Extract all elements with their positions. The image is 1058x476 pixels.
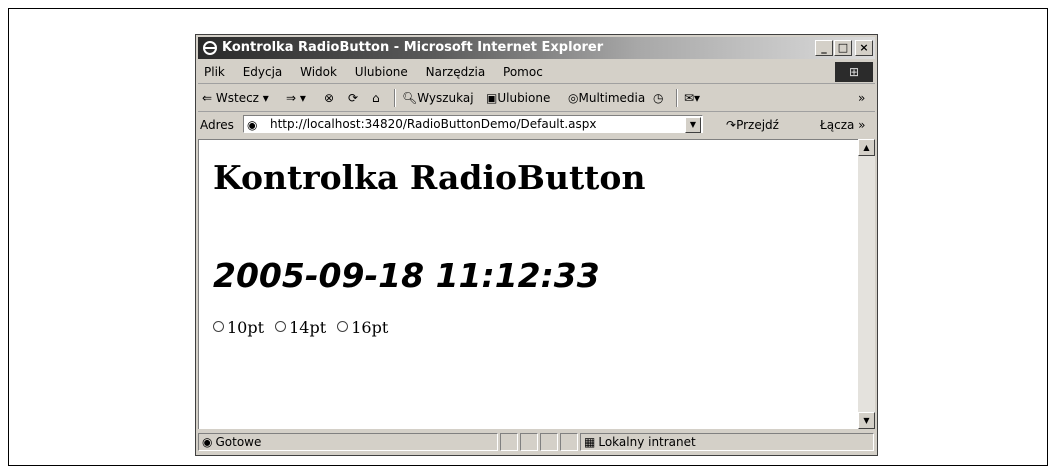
media-label: Multimedia [578,91,646,105]
refresh-icon[interactable]: ⟳ [348,85,358,111]
search-icon: 🔍︎ [402,91,418,105]
scroll-down-icon[interactable]: ▼ [858,412,875,429]
history-icon[interactable]: ◷ [653,85,663,111]
go-arrow-icon: ↷ [726,118,737,132]
mail-button[interactable]: ✉▾ [684,85,700,111]
zone-text: Lokalny intranet [598,435,696,449]
menu-widok[interactable]: Widok [300,65,337,79]
page-content: Kontrolka RadioButton 2005-09-18 11:12:3… [198,139,858,429]
maximize-button[interactable]: □ [834,40,852,56]
forward-button[interactable]: ⇒ ▾ [286,85,306,111]
forward-arrow-icon: ⇒ ▾ [286,91,306,105]
media-button[interactable]: ◎Multimedia [568,85,645,111]
mail-icon: ✉▾ [684,91,701,105]
toolbar-overflow[interactable]: » [858,85,865,111]
status-panel [560,433,578,451]
menu-bar: Plik Edycja Widok Ulubione Narzędzia Pom… [198,61,875,84]
radio-label: 16pt [351,318,389,337]
status-panel [520,433,538,451]
minimize-button[interactable]: _ [815,40,833,56]
font-size-radio-group: 10pt 14pt 16pt [213,318,394,337]
menu-plik[interactable]: Plik [204,65,225,79]
search-label: Wyszukaj [417,91,474,105]
home-icon[interactable]: ⌂ [372,85,380,111]
radio-circle-icon [275,321,287,332]
status-text: Gotowe [215,435,262,449]
back-button[interactable]: ⇐ Wstecz ▾ [202,85,269,111]
status-bar: ◉ Gotowe ▦ Lokalny intranet [198,431,875,453]
address-url: http://localhost:34820/RadioButtonDemo/D… [270,117,597,131]
go-label: Przejdź [736,118,779,132]
toolbar: ⇐ Wstecz ▾ ⇒ ▾ ⊗ ⟳ ⌂ 🔍︎Wyszukaj ▣Ulubion… [198,85,875,112]
radio-label: 10pt [227,318,265,337]
intranet-icon: ▦ [584,435,596,449]
ie-logo-icon [203,41,217,55]
status-panel [500,433,518,451]
back-label: Wstecz [215,91,259,105]
favorites-button[interactable]: ▣Ulubione [486,85,550,111]
status-text-cell: ◉ Gotowe [198,433,498,451]
vertical-scrollbar[interactable]: ▲ ▼ [858,139,875,429]
toolbar-separator [676,89,678,107]
menu-pomoc[interactable]: Pomoc [503,65,543,79]
menu-edycja[interactable]: Edycja [243,65,283,79]
media-icon: ◎ [568,91,579,105]
radio-10pt[interactable]: 10pt [213,318,264,337]
address-bar: Adres ◉ http://localhost:34820/RadioButt… [198,113,875,137]
windows-logo-icon: ⊞ [835,62,873,82]
back-arrow-icon: ⇐ [202,91,216,105]
address-dropdown-icon[interactable]: ▼ [685,117,701,133]
timestamp-label: 2005-09-18 11:12:33 [213,256,600,295]
page-heading: Kontrolka RadioButton [213,158,646,197]
address-input[interactable]: ◉ http://localhost:34820/RadioButtonDemo… [243,115,703,133]
title-bar[interactable]: Kontrolka RadioButton - Microsoft Intern… [198,37,875,59]
scroll-up-icon[interactable]: ▲ [858,139,875,156]
done-page-icon: ◉ [202,435,213,449]
status-panel [540,433,558,451]
radio-label: 14pt [289,318,327,337]
zone-cell: ▦ Lokalny intranet [580,433,874,451]
close-button[interactable]: × [855,40,873,56]
radio-14pt[interactable]: 14pt [275,318,326,337]
radio-16pt[interactable]: 16pt [337,318,388,337]
radio-circle-icon [337,321,349,332]
stop-icon[interactable]: ⊗ [324,85,334,111]
go-button[interactable]: ↷Przejdź [726,113,779,137]
search-button[interactable]: 🔍︎Wyszukaj [402,85,474,111]
links-button[interactable]: Łącza » [820,113,866,137]
page-icon: ◉ [247,118,258,132]
menu-narzedzia[interactable]: Narzędzia [426,65,486,79]
address-label: Adres [200,118,234,132]
browser-window: Kontrolka RadioButton - Microsoft Intern… [195,34,878,456]
favorites-icon: ▣ [486,91,498,105]
menu-ulubione[interactable]: Ulubione [355,65,408,79]
favorites-label: Ulubione [497,91,551,105]
radio-circle-icon [213,321,224,332]
window-title: Kontrolka RadioButton - Microsoft Intern… [222,40,604,55]
toolbar-separator [394,89,396,107]
